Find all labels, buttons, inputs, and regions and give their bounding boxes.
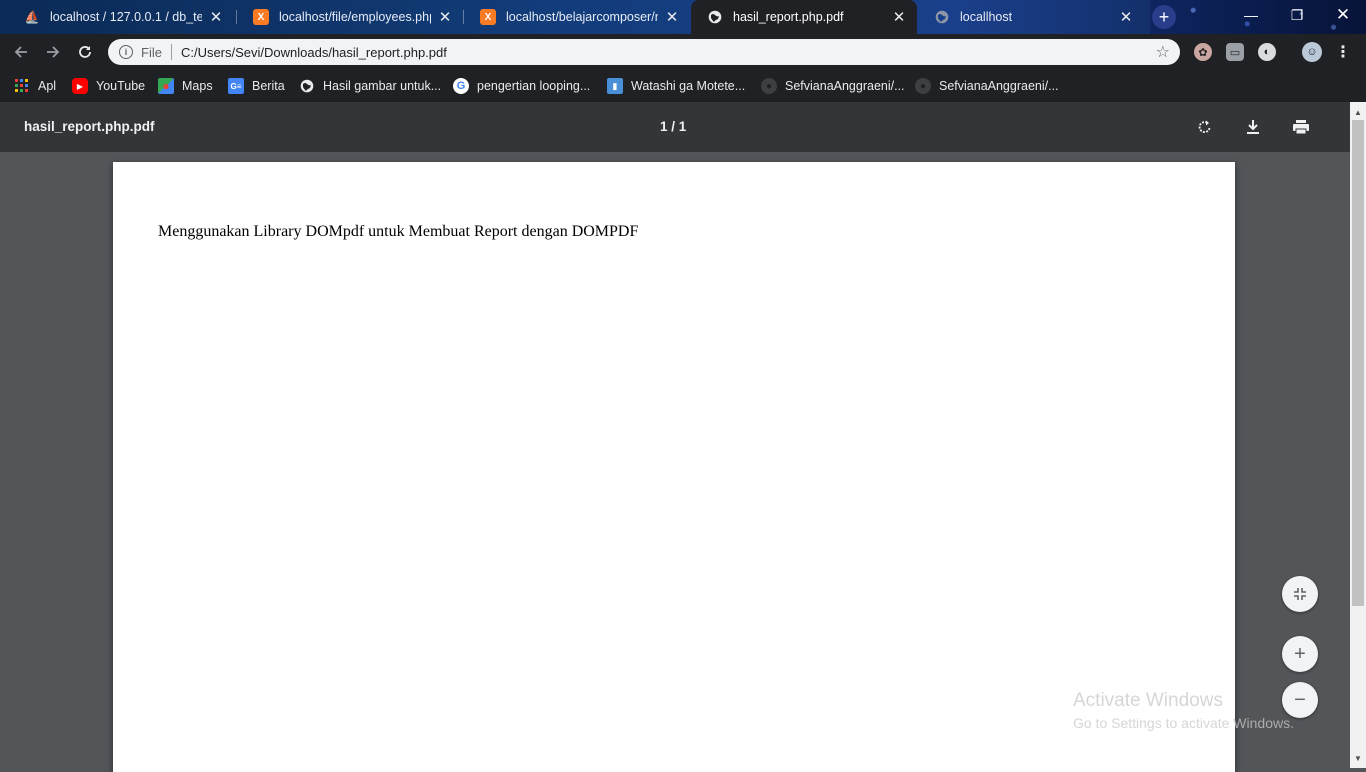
menu-kebab-icon[interactable]: ⋮	[1334, 43, 1352, 61]
tab-belajarcomposer[interactable]: X localhost/belajarcomposer/rep ✕	[464, 0, 690, 34]
arrow-left-icon	[14, 46, 27, 58]
youtube-icon: ▶	[72, 78, 88, 94]
bookmark-github-2[interactable]: ● SefvianaAnggraeni/...	[915, 76, 1059, 96]
globe-icon	[299, 78, 315, 94]
back-button[interactable]	[8, 39, 34, 65]
pdf-page-indicator: 1 / 1	[660, 119, 687, 134]
extension-circle-icon[interactable]: ◐	[1258, 43, 1276, 61]
apps-grid-icon	[14, 78, 30, 94]
download-icon	[1247, 120, 1259, 134]
tab-title: locallhost	[960, 10, 1013, 24]
bookmark-watashi[interactable]: ▮ Watashi ga Motete...	[607, 76, 745, 96]
tab-title: localhost / 127.0.0.1 / db_test /	[50, 10, 202, 24]
tab-locallhost[interactable]: locallhost ✕	[918, 0, 1144, 34]
tab-strip: ⛵ localhost / 127.0.0.1 / db_test / ✕ X …	[0, 0, 1366, 34]
globe-icon	[707, 9, 723, 25]
maps-icon: ●	[158, 78, 174, 94]
bookmark-pengertian-looping[interactable]: G pengertian looping...	[453, 76, 590, 96]
close-icon[interactable]: ✕	[664, 8, 680, 26]
pdf-page: Menggunakan Library DOMpdf untuk Membuat…	[113, 162, 1235, 772]
close-icon[interactable]: ✕	[1118, 8, 1134, 26]
print-icon	[1293, 120, 1309, 135]
bookmark-label: pengertian looping...	[477, 79, 591, 93]
tab-hasil-report[interactable]: hasil_report.php.pdf ✕	[691, 0, 917, 34]
omnibox-divider	[170, 44, 172, 60]
bookmarks-bar: Apl ▶ YouTube ● Maps G≡ Berita Hasil gam…	[0, 70, 1366, 102]
bookmark-label: SefvianaAnggraeni/...	[939, 79, 1059, 93]
pdf-toolbar: hasil_report.php.pdf 1 / 1	[0, 102, 1350, 152]
browser-toolbar: i File C:/Users/Sevi/Downloads/hasil_rep…	[0, 34, 1366, 70]
arrow-right-icon	[47, 46, 60, 58]
forward-button[interactable]	[40, 39, 66, 65]
tab-phpmyadmin[interactable]: ⛵ localhost / 127.0.0.1 / db_test / ✕	[8, 0, 234, 34]
url-text[interactable]: C:/Users/Sevi/Downloads/hasil_report.php…	[181, 45, 1156, 60]
phpmyadmin-icon: ⛵	[24, 10, 40, 24]
rotate-icon	[1198, 120, 1211, 133]
plus-icon: +	[1294, 642, 1306, 665]
bookmark-page-icon: ▮	[607, 78, 623, 94]
bookmark-star-icon[interactable]: ☆	[1156, 42, 1170, 62]
profile-avatar[interactable]: ☺	[1302, 42, 1322, 62]
github-icon: ●	[761, 78, 777, 94]
github-icon: ●	[915, 78, 931, 94]
vertical-scrollbar[interactable]: ▲ ▼	[1350, 102, 1366, 768]
bookmark-label: Hasil gambar untuk...	[323, 79, 442, 93]
bookmark-maps[interactable]: ● Maps	[158, 76, 213, 96]
news-icon: G≡	[228, 78, 244, 94]
fit-to-page-button[interactable]	[1282, 576, 1318, 612]
tab-title: hasil_report.php.pdf	[733, 10, 844, 24]
restore-button[interactable]: ❐	[1274, 0, 1320, 30]
rotate-button[interactable]	[1193, 115, 1217, 139]
bookmark-label: YouTube	[96, 79, 146, 93]
new-tab-button[interactable]: +	[1152, 5, 1176, 29]
reload-button[interactable]	[72, 39, 98, 65]
info-icon[interactable]: i	[119, 45, 133, 59]
zoom-in-button[interactable]: +	[1282, 636, 1318, 672]
download-button[interactable]	[1241, 115, 1265, 139]
bookmark-youtube[interactable]: ▶ YouTube	[72, 76, 145, 96]
scroll-up-arrow-icon[interactable]: ▲	[1350, 104, 1366, 120]
fit-page-icon	[1294, 588, 1306, 600]
bookmark-label: SefvianaAnggraeni/...	[785, 79, 905, 93]
bookmark-label: Berita	[252, 79, 285, 93]
close-icon[interactable]: ✕	[437, 8, 453, 26]
reload-icon	[79, 46, 91, 58]
pdf-viewer[interactable]: Menggunakan Library DOMpdf untuk Membuat…	[0, 152, 1350, 772]
tab-title: localhost/belajarcomposer/rep	[506, 10, 658, 24]
extension-flower-icon[interactable]: ✿	[1194, 43, 1212, 61]
globe-icon	[934, 9, 950, 25]
tab-title: localhost/file/employees.php	[279, 10, 431, 24]
scroll-down-arrow-icon[interactable]: ▼	[1350, 750, 1366, 766]
google-icon: G	[453, 78, 469, 94]
print-button[interactable]	[1289, 115, 1313, 139]
bookmark-label: Maps	[182, 79, 213, 93]
url-scheme: File	[141, 44, 162, 60]
pdf-content-text: Menggunakan Library DOMpdf untuk Membuat…	[158, 223, 639, 240]
bookmark-label: Watashi ga Motete...	[631, 79, 746, 93]
xampp-icon: X	[480, 9, 496, 25]
scroll-thumb[interactable]	[1352, 120, 1364, 606]
zoom-out-button[interactable]: −	[1282, 682, 1318, 718]
bookmark-label: Apl	[38, 79, 57, 93]
minimize-button[interactable]: —	[1228, 0, 1274, 30]
close-icon[interactable]: ✕	[208, 8, 224, 26]
bookmark-github-1[interactable]: ● SefvianaAnggraeni/...	[761, 76, 905, 96]
tab-employees[interactable]: X localhost/file/employees.php ✕	[237, 0, 463, 34]
address-bar[interactable]: i File C:/Users/Sevi/Downloads/hasil_rep…	[108, 39, 1180, 65]
bookmark-apl[interactable]: Apl	[14, 76, 56, 96]
pdf-filename: hasil_report.php.pdf	[24, 119, 155, 134]
close-icon[interactable]: ✕	[891, 8, 907, 26]
minus-icon: −	[1294, 688, 1306, 711]
extension-chat-icon[interactable]: ▭	[1226, 43, 1244, 61]
bookmark-berita[interactable]: G≡ Berita	[228, 76, 285, 96]
close-window-button[interactable]: ✕	[1320, 0, 1366, 30]
bookmark-hasil-gambar[interactable]: Hasil gambar untuk...	[299, 76, 441, 96]
xampp-icon: X	[253, 9, 269, 25]
